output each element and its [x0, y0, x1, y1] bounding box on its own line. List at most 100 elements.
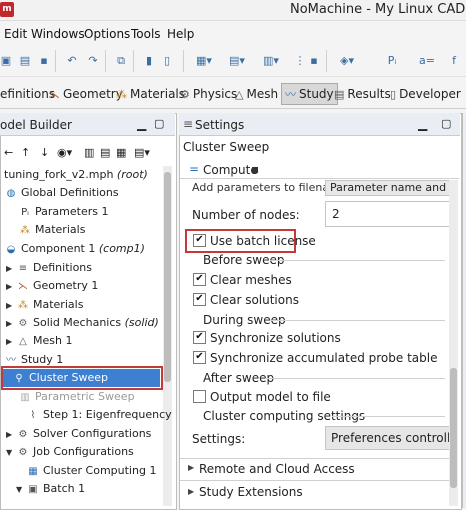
move-left-icon[interactable]: ←	[4, 146, 13, 159]
component-icon: ◒	[6, 244, 16, 255]
tree-item-batch-1[interactable]: ▼ ▣ Batch 1	[0, 480, 85, 498]
number-of-nodes-input[interactable]: 2	[325, 201, 453, 227]
tree-item-component-1[interactable]: ◒ Component 1 (comp1)	[0, 240, 145, 258]
minimize-icon[interactable]: ▁	[137, 117, 146, 131]
section-divider	[270, 260, 445, 261]
tree-item-definitions[interactable]: ▶ ≡ Definitions	[0, 259, 92, 277]
use-batch-license-label: Use batch license	[210, 234, 316, 248]
compute-button[interactable]: Compute	[203, 163, 258, 177]
tree-item-global-definitions[interactable]: ◍ Global Definitions	[0, 184, 119, 202]
section-divider	[265, 378, 445, 379]
model-dropdown-icon[interactable]: ▥▾	[260, 55, 282, 67]
app-icon: m	[0, 2, 14, 17]
menu-tools[interactable]: Tools	[131, 27, 161, 41]
expand-icon[interactable]: ▤	[100, 146, 110, 159]
tree-item-geometry-1[interactable]: ▶ ⋋ Geometry 1	[0, 277, 98, 295]
tree-item-parameters-1[interactable]: Pᵢ Parameters 1	[0, 203, 108, 221]
settings-label: Settings:	[192, 432, 246, 446]
clear-solutions-checkbox[interactable]: ✔	[193, 293, 206, 306]
save-icon[interactable]: ▪	[38, 55, 50, 67]
settings-subtitle: Cluster Sweep	[183, 140, 270, 154]
tab-study[interactable]: 〰 Study	[281, 83, 338, 105]
settings-scrollbar-thumb[interactable]	[450, 368, 457, 488]
application-icon[interactable]: ▮	[143, 55, 155, 67]
windows-dropdown-icon[interactable]: ▦▾	[193, 55, 215, 67]
compute-icon[interactable]: =	[189, 162, 199, 176]
window-title: NoMachine - My Linux CAD V	[290, 2, 466, 17]
maximize-icon[interactable]: ▢	[154, 117, 164, 130]
menu-edit[interactable]: Edit	[4, 27, 27, 41]
menu-options[interactable]: Options	[84, 27, 130, 41]
expand-arrow-icon[interactable]: ▶	[6, 278, 16, 296]
open-icon[interactable]: ▤	[19, 55, 31, 67]
tab-results[interactable]: ▤ Results	[334, 85, 391, 103]
output-model-label: Output model to file	[210, 390, 331, 404]
tree-layout-icon[interactable]: ▦	[116, 146, 126, 159]
tree-item-mesh-1[interactable]: ▶ △ Mesh 1	[0, 332, 72, 350]
eigenfrequency-icon: ⌇	[30, 410, 36, 421]
expand-arrow-icon[interactable]: ▶	[188, 463, 194, 472]
tree-item-global-materials[interactable]: ⁂ Materials	[0, 221, 85, 239]
tree-item-solver-configurations[interactable]: ▶ ⚙ Solver Configurations	[0, 425, 151, 443]
settings-select[interactable]: Preferences controlled	[325, 426, 452, 450]
tab-materials[interactable]: ⁂ Materials	[116, 85, 185, 103]
collapse-arrow-icon[interactable]: ▼	[6, 444, 16, 462]
results-icon: ▤	[334, 88, 345, 101]
tab-geometry[interactable]: ⋋ Geometry	[49, 85, 123, 103]
study-extensions-heading[interactable]: Study Extensions	[199, 485, 303, 499]
tree-item-solid-mechanics[interactable]: ▶ ⚙ Solid Mechanics (solid)	[0, 314, 159, 332]
dev-icon[interactable]: ▪	[308, 55, 320, 67]
undo-icon[interactable]: ↶	[66, 55, 78, 67]
menu-windows[interactable]: Windows	[31, 27, 85, 41]
tree-item-materials[interactable]: ▶ ⁂ Materials	[0, 296, 83, 314]
batch-icon: ▣	[28, 484, 38, 495]
tree-scrollbar-thumb[interactable]	[164, 172, 171, 382]
study-icon: 〰	[285, 88, 296, 101]
expand-arrow-icon[interactable]: ▶	[6, 315, 16, 333]
save-icon[interactable]: ▪	[251, 162, 259, 176]
expand-arrow-icon[interactable]: ▶	[6, 333, 16, 351]
tab-mesh[interactable]: △ Mesh	[235, 85, 278, 103]
collapse-icon[interactable]: ▥	[84, 146, 94, 159]
menu-help[interactable]: Help	[167, 27, 194, 41]
expand-arrow-icon[interactable]: ▶	[6, 260, 16, 278]
expand-arrow-icon[interactable]: ▶	[6, 297, 16, 315]
parameters-icon[interactable]: Pᵢ	[383, 55, 401, 67]
expand-arrow-icon[interactable]: ▶	[188, 487, 194, 496]
remote-cloud-access-heading[interactable]: Remote and Cloud Access	[199, 462, 355, 476]
collapse-arrow-icon[interactable]: ▼	[16, 481, 26, 499]
variables-icon[interactable]: a=	[417, 55, 437, 67]
synchronize-solutions-checkbox[interactable]: ✔	[193, 331, 206, 344]
geometry-icon: ⋋	[18, 281, 28, 292]
expand-arrow-icon[interactable]: ▶	[6, 426, 16, 444]
tree-item-job-configurations[interactable]: ▼ ⚙ Job Configurations	[0, 443, 134, 461]
output-model-checkbox[interactable]	[193, 390, 206, 403]
tree-options-icon[interactable]: ▤▾	[134, 146, 150, 159]
tree-item-step-1[interactable]: ⌇ Step 1: Eigenfrequency	[0, 406, 172, 424]
separator-dots-icon: ⋮	[294, 54, 306, 67]
show-icon[interactable]: ◉▾	[57, 146, 72, 159]
move-down-icon[interactable]: ↓	[40, 146, 49, 159]
redo-icon[interactable]: ↷	[87, 55, 99, 67]
tab-physics[interactable]: ⚙ Physics	[180, 85, 237, 103]
move-up-icon[interactable]: ↑	[21, 146, 30, 159]
copy-icon[interactable]: ⧉	[115, 55, 127, 67]
clear-meshes-checkbox[interactable]: ✔	[193, 273, 206, 286]
new-icon[interactable]: ▣	[0, 55, 12, 67]
minimize-icon[interactable]: ▁	[418, 117, 427, 131]
toolbar-separator	[326, 50, 327, 72]
tree-item-root[interactable]: tuning_fork_v2.mph (root)	[0, 166, 148, 184]
maximize-icon[interactable]: ▢	[441, 117, 451, 130]
tree-item-cluster-computing-1[interactable]: ▦ Cluster Computing 1	[0, 462, 156, 480]
component-dropdown-icon[interactable]: ◈▾	[336, 55, 358, 67]
functions-icon[interactable]: f	[448, 55, 460, 67]
tab-definitions[interactable]: efinitions	[0, 85, 55, 103]
layout-icon[interactable]: ▯	[161, 55, 173, 67]
divider	[180, 178, 459, 179]
tree-item-parametric-sweep[interactable]: ▥ Parametric Sweep	[0, 388, 134, 406]
use-batch-license-checkbox[interactable]: ✔	[193, 234, 206, 247]
synchronize-probe-table-checkbox[interactable]: ✔	[193, 351, 206, 364]
add-parameters-select[interactable]: Parameter name and valu	[325, 180, 455, 196]
reset-dropdown-icon[interactable]: ▤▾	[226, 55, 248, 67]
tab-developer[interactable]: ▯ Developer	[390, 85, 461, 103]
